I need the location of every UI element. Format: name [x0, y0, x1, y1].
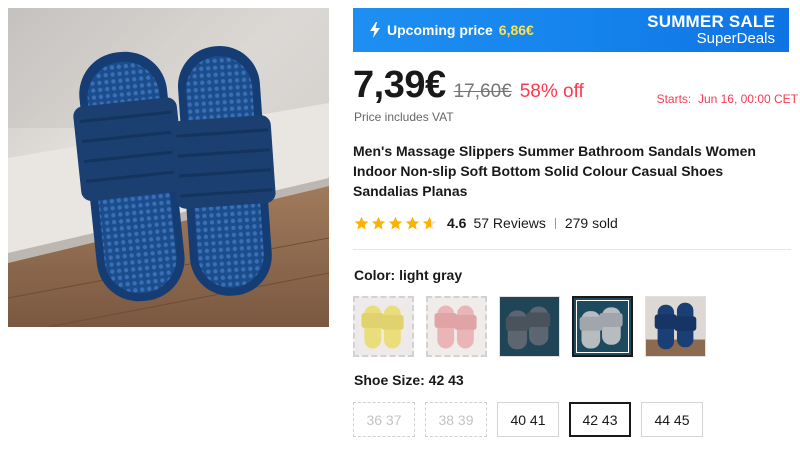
star-rating — [354, 216, 437, 231]
summer-sale-banner: Upcoming price 6,86€ SUMMER SALE SuperDe… — [353, 8, 789, 52]
product-title: Men's Massage Slippers Summer Bathroom S… — [353, 143, 756, 199]
sale-title: SUMMER SALE — [647, 12, 775, 32]
color-label: Color: light gray — [354, 267, 463, 283]
rating-row[interactable]: 4.6 57 Reviews 279 sold — [354, 213, 618, 233]
rating-value: 4.6 — [447, 215, 467, 231]
star-icon — [388, 216, 403, 229]
star-half-icon — [422, 216, 437, 229]
divider — [353, 249, 791, 250]
color-swatch-dark-gray[interactable] — [499, 296, 560, 357]
size-option-38-39[interactable]: 38 39 — [425, 402, 487, 437]
size-label: Shoe Size: 42 43 — [354, 372, 464, 388]
upcoming-price-value: 6,86€ — [498, 22, 534, 38]
reviews-link[interactable]: 57 Reviews — [473, 215, 545, 231]
size-option-44-45[interactable]: 44 45 — [641, 402, 703, 437]
sold-count: 279 sold — [564, 215, 618, 231]
color-swatch-light-gray[interactable] — [572, 296, 633, 357]
sale-start-time: Starts: Jun 16, 00:00 CET — [656, 92, 798, 106]
color-swatch-yellow[interactable] — [353, 296, 414, 357]
size-options: 36 37 38 39 40 41 42 43 44 45 — [353, 402, 703, 437]
product-image[interactable] — [8, 8, 329, 327]
color-swatch-navy-blue[interactable] — [645, 296, 706, 357]
slipper-dark-gray-thumbnail — [500, 297, 559, 356]
slipper-light-gray-thumbnail — [574, 298, 631, 355]
color-options — [353, 296, 706, 357]
current-price: 7,39€ — [353, 64, 446, 106]
upcoming-price-info: Upcoming price 6,86€ — [369, 22, 534, 38]
slipper-navy-thumbnail — [646, 297, 705, 356]
original-price: 17,60€ — [453, 81, 512, 102]
product-photo-navy-slippers — [8, 8, 329, 327]
color-swatch-pink[interactable] — [426, 296, 487, 357]
separator — [554, 217, 556, 229]
sale-branding: SUMMER SALE SuperDeals — [647, 13, 775, 47]
discount-percent: 58% off — [519, 81, 584, 102]
size-option-36-37[interactable]: 36 37 — [353, 402, 415, 437]
size-option-42-43[interactable]: 42 43 — [569, 402, 631, 437]
star-icon — [354, 216, 369, 229]
slipper-pink-thumbnail — [428, 298, 485, 355]
star-icon — [405, 216, 420, 229]
star-icon — [371, 216, 386, 229]
upcoming-price-label: Upcoming price — [387, 22, 493, 38]
vat-note: Price includes VAT — [354, 110, 454, 124]
slipper-yellow-thumbnail — [355, 298, 412, 355]
sale-subtitle: SuperDeals — [696, 30, 775, 48]
size-option-40-41[interactable]: 40 41 — [497, 402, 559, 437]
lightning-icon — [370, 22, 380, 38]
